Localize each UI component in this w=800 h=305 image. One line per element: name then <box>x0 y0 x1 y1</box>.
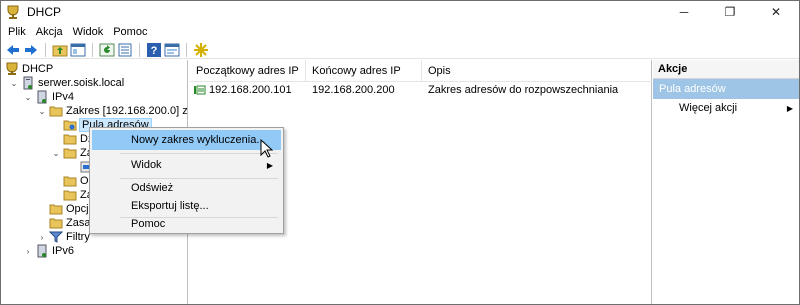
tree-item-server[interactable]: ⌄ serwer.soisk.local <box>9 76 124 90</box>
submenu-arrow-icon: ▶ <box>786 103 793 113</box>
toolbar: ? <box>1 41 799 59</box>
column-header-description[interactable]: Opis <box>422 60 652 82</box>
tree-label: DHCP <box>22 63 54 75</box>
column-header-start-ip[interactable]: Początkowy adres IP <box>190 60 306 82</box>
collapse-chevron-icon[interactable]: ⌄ <box>23 90 33 104</box>
export-list-icon[interactable] <box>117 42 133 58</box>
toolbar-separator <box>186 42 187 57</box>
dhcp-root-icon <box>5 62 19 76</box>
folder-icon <box>49 202 63 216</box>
context-menu: Nowy zakres wykluczenia... Widok ▶ Odświ… <box>89 127 284 234</box>
actions-header: Akcje <box>653 60 799 79</box>
ipv4-icon <box>35 90 49 104</box>
collapse-chevron-icon[interactable]: ⌄ <box>9 76 19 90</box>
dhcp-app-icon <box>5 4 21 20</box>
menu-item-label: Pomoc <box>131 218 166 230</box>
start-ip-value: 192.168.200.101 <box>209 84 292 96</box>
window-controls: ─ ❐ ✕ <box>661 1 799 23</box>
menu-item-help[interactable]: Pomoc <box>92 214 281 234</box>
mmc-window: DHCP ─ ❐ ✕ Plik Akcja Widok Pomoc ? DHCP… <box>0 0 800 305</box>
end-ip-value: 192.168.200.200 <box>312 84 395 96</box>
maximize-button[interactable]: ❐ <box>707 1 753 23</box>
tree-item-ipv4[interactable]: ⌄ IPv4 <box>23 90 74 104</box>
tree-label: Zakres [192.168.200.0] zakres <box>66 105 188 117</box>
window-title: DHCP <box>27 5 62 19</box>
list-header: Początkowy adres IP Końcowy adres IP Opi… <box>190 60 652 82</box>
submenu-arrow-icon: ▶ <box>266 160 273 170</box>
menu-item-label: Eksportuj listę... <box>131 200 209 212</box>
menu-help[interactable]: Pomoc <box>108 26 152 38</box>
back-arrow-icon[interactable] <box>5 42 21 58</box>
help-icon[interactable]: ? <box>146 42 162 58</box>
refresh-icon[interactable] <box>99 42 115 58</box>
tree-label: IPv4 <box>52 91 75 103</box>
collapse-chevron-icon[interactable]: ⌄ <box>51 146 61 160</box>
title-bar: DHCP ─ ❐ ✕ <box>1 1 799 23</box>
actions-pane: Akcje Pula adresów Więcej akcji ▶ <box>653 60 799 304</box>
menu-item-refresh[interactable]: Odśwież <box>92 178 281 198</box>
minimize-button[interactable]: ─ <box>661 1 707 23</box>
tree-item-scope[interactable]: ⌄ Zakres [192.168.200.0] zakres <box>37 104 188 118</box>
more-actions-item[interactable]: Więcej akcji ▶ <box>653 99 799 117</box>
menu-item-label: Odśwież <box>131 182 174 194</box>
tree-label: Filtry <box>66 231 90 243</box>
actions-section-address-pool[interactable]: Pula adresów <box>653 79 799 99</box>
folder-icon <box>49 104 63 118</box>
toolbar-separator <box>139 42 140 57</box>
column-header-end-ip[interactable]: Końcowy adres IP <box>306 60 422 82</box>
menu-item-new-exclusion-range[interactable]: Nowy zakres wykluczenia... <box>92 130 281 150</box>
start-ip-cell: 192.168.200.101 <box>190 84 306 96</box>
description-value: Zakres adresów do rozpowszechniania <box>428 84 619 96</box>
folder-icon <box>63 146 77 160</box>
expand-chevron-icon[interactable]: › <box>37 230 47 244</box>
toolbar-separator <box>92 42 93 57</box>
ip-range-icon <box>194 85 206 95</box>
server-icon <box>21 76 35 90</box>
show-hide-tree-icon[interactable] <box>70 42 86 58</box>
close-button[interactable]: ✕ <box>753 1 799 23</box>
menu-separator <box>120 153 278 154</box>
menu-file[interactable]: Plik <box>3 26 31 38</box>
table-row[interactable]: 192.168.200.101 192.168.200.200 Zakres a… <box>190 82 652 98</box>
toolbar-separator <box>45 42 46 57</box>
menu-item-label: Widok <box>131 159 162 171</box>
tree-label: IPv6 <box>52 245 75 257</box>
up-folder-icon[interactable] <box>52 42 68 58</box>
address-pool-icon <box>63 118 77 132</box>
menu-item-label: Nowy zakres wykluczenia... <box>131 134 266 146</box>
folder-icon <box>63 132 77 146</box>
collapse-chevron-icon[interactable]: ⌄ <box>37 104 47 118</box>
folder-icon <box>49 216 63 230</box>
folder-icon <box>63 174 77 188</box>
expand-chevron-icon[interactable]: › <box>23 244 33 258</box>
tree-item-filters[interactable]: › Filtry <box>37 230 90 244</box>
menu-item-export-list[interactable]: Eksportuj listę... <box>92 196 281 216</box>
menu-item-view[interactable]: Widok ▶ <box>92 155 281 175</box>
properties-icon[interactable] <box>164 42 180 58</box>
folder-icon <box>63 188 77 202</box>
mouse-cursor-icon <box>260 138 274 159</box>
new-icon[interactable] <box>193 42 209 58</box>
forward-arrow-icon[interactable] <box>23 42 39 58</box>
tree-label: serwer.soisk.local <box>38 77 125 89</box>
ipv6-icon <box>35 244 49 258</box>
more-actions-label: Więcej akcji <box>679 102 738 114</box>
menu-view[interactable]: Widok <box>68 26 109 38</box>
menu-bar: Plik Akcja Widok Pomoc <box>1 23 799 41</box>
tree-item-ipv6[interactable]: › IPv6 <box>23 244 74 258</box>
menu-action[interactable]: Akcja <box>31 26 68 38</box>
filters-icon <box>49 230 63 244</box>
svg-text:?: ? <box>151 45 158 57</box>
tree-item-dhcp[interactable]: DHCP <box>5 62 53 76</box>
